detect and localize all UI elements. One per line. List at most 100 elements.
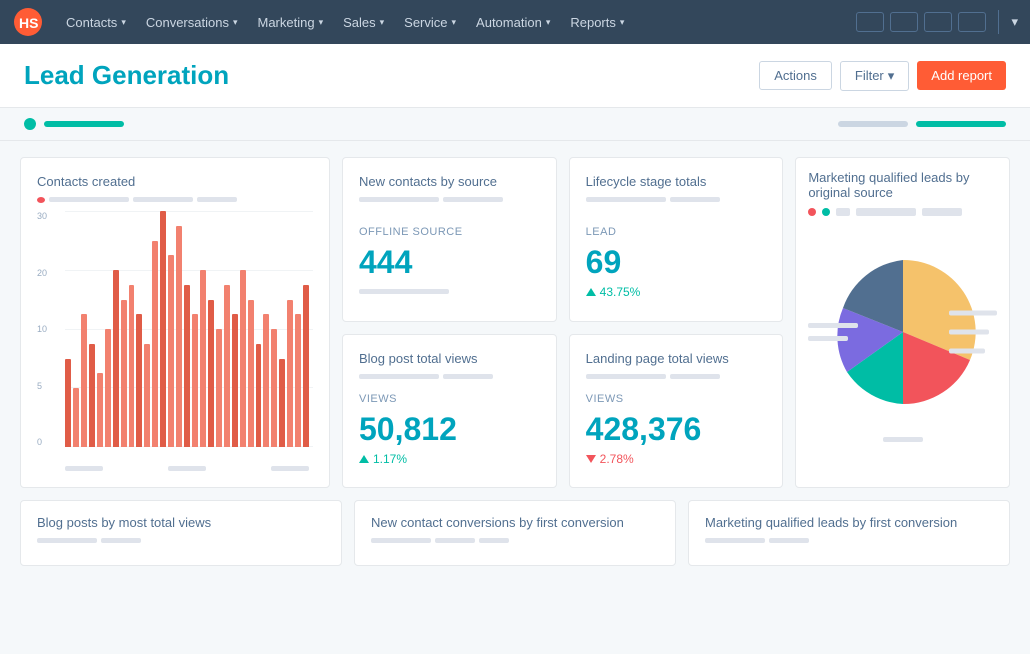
blog-post-title: Blog post total views — [359, 351, 540, 366]
blog-post-change: 1.17% — [359, 452, 540, 466]
contacts-filter-bars — [37, 197, 313, 203]
bottom-card-1-title: Blog posts by most total views — [37, 515, 325, 530]
pie-label-bar-2 — [808, 336, 848, 341]
mql-card: Marketing qualified leads by original so… — [795, 157, 1010, 488]
legend-bar-5 — [922, 208, 962, 216]
hubspot-logo[interactable]: HS — [12, 6, 44, 38]
bar-chart-bar — [136, 314, 142, 447]
bottom-card-2: New contact conversions by first convers… — [354, 500, 676, 566]
bar-chart-bar — [97, 373, 103, 447]
filter-date-pill[interactable] — [838, 121, 908, 127]
chevron-down-icon: ▾ — [121, 17, 126, 28]
pie-right-label-3 — [949, 349, 985, 354]
landing-page-change: 2.78% — [586, 452, 767, 466]
bar-chart-bar — [184, 285, 190, 447]
landing-page-card: Landing page total views VIEWS 428,376 2… — [569, 334, 784, 489]
lifecycle-change: 43.75% — [586, 285, 767, 299]
bar-chart-bar — [89, 344, 95, 447]
lifecycle-bars — [586, 197, 767, 202]
bar-chart-bar — [232, 314, 238, 447]
chevron-down-icon: ▾ — [888, 68, 895, 84]
nav-divider — [998, 10, 999, 34]
contacts-bar-chart — [65, 211, 309, 447]
actions-button[interactable]: Actions — [759, 61, 832, 90]
bar-chart-bar — [224, 285, 230, 447]
pie-right-label-2 — [949, 330, 989, 335]
chevron-down-icon: ▾ — [620, 17, 625, 28]
main-content: Contacts created 30 20 — [0, 141, 1030, 582]
blog-post-subtitle: VIEWS — [359, 393, 540, 405]
nav-icon-2[interactable] — [890, 12, 918, 32]
pie-right-labels — [949, 311, 997, 354]
nav-icon-4[interactable] — [958, 12, 986, 32]
filter-left — [24, 118, 124, 130]
landing-page-value: 428,376 — [586, 411, 767, 448]
add-report-button[interactable]: Add report — [917, 61, 1006, 90]
trend-up-icon — [586, 288, 596, 296]
bar-chart-bar — [65, 359, 71, 448]
bar-chart-bar — [144, 344, 150, 447]
legend-dot-1 — [808, 208, 816, 216]
new-contacts-subtitle: OFFLINE SOURCE — [359, 226, 540, 238]
filter-bar — [0, 108, 1030, 141]
reports-grid: Contacts created 30 20 — [20, 157, 1010, 488]
chevron-down-icon: ▾ — [452, 17, 457, 28]
filter-button[interactable]: Filter ▾ — [840, 61, 909, 91]
nav-marketing[interactable]: Marketing ▾ — [247, 0, 333, 44]
bar-chart-bar — [248, 300, 254, 448]
nav-reports[interactable]: Reports ▾ — [560, 0, 634, 44]
filter-right — [838, 121, 1006, 127]
trend-down-icon — [586, 455, 596, 463]
nav-contacts[interactable]: Contacts ▾ — [56, 0, 136, 44]
pie-right-label-1 — [949, 311, 997, 316]
lifecycle-title: Lifecycle stage totals — [586, 174, 767, 189]
bottom-grid: Blog posts by most total views New conta… — [20, 500, 1010, 566]
bar-chart-bar — [160, 211, 166, 447]
bar-chart-bar — [295, 314, 301, 447]
nav-icon-3[interactable] — [924, 12, 952, 32]
bar-chart-bar — [176, 226, 182, 447]
blog-post-bars — [359, 374, 540, 379]
nav-service[interactable]: Service ▾ — [394, 0, 466, 44]
bar-chart-bar — [279, 359, 285, 448]
new-contacts-title: New contacts by source — [359, 174, 540, 189]
bar-chart-bar — [105, 329, 111, 447]
filter-range-pill[interactable] — [916, 121, 1006, 127]
new-contacts-value: 444 — [359, 244, 540, 281]
nav-more[interactable]: ▾ — [1011, 14, 1018, 30]
bottom-card-3: Marketing qualified leads by first conve… — [688, 500, 1010, 566]
page-header: Lead Generation Actions Filter ▾ Add rep… — [0, 44, 1030, 108]
bar-chart-bar — [208, 300, 214, 448]
header-actions: Actions Filter ▾ Add report — [759, 61, 1006, 91]
chevron-down-icon: ▾ — [319, 17, 324, 28]
pie-left-labels — [808, 323, 858, 341]
landing-page-subtitle: VIEWS — [586, 393, 767, 405]
new-contacts-bars — [359, 197, 540, 202]
nav-sales[interactable]: Sales ▾ — [333, 0, 394, 44]
bar-chart-bar — [121, 300, 127, 448]
landing-page-title: Landing page total views — [586, 351, 767, 366]
contacts-created-card: Contacts created 30 20 — [20, 157, 330, 488]
legend-dot-2 — [822, 208, 830, 216]
nav-conversations[interactable]: Conversations ▾ — [136, 0, 248, 44]
contacts-created-title: Contacts created — [37, 174, 313, 189]
bottom-card-3-title: Marketing qualified leads by first conve… — [705, 515, 993, 530]
bar-chart-bar — [303, 285, 309, 447]
landing-page-bars — [586, 374, 767, 379]
nav-icon-1[interactable] — [856, 12, 884, 32]
legend-bar-3 — [836, 208, 850, 216]
bar-chart-bar — [152, 241, 158, 448]
pie-label-bar-1 — [808, 323, 858, 328]
chevron-down-icon: ▾ — [233, 17, 238, 28]
nav-right-icons: ▾ — [856, 10, 1018, 34]
bar-chart-bar — [113, 270, 119, 447]
chevron-down-icon: ▾ — [546, 17, 551, 28]
bar-chart-bar — [73, 388, 79, 447]
bar-chart-bar — [263, 314, 269, 447]
bar-chart-bar — [129, 285, 135, 447]
page-title: Lead Generation — [24, 60, 229, 91]
nav-automation[interactable]: Automation ▾ — [466, 0, 560, 44]
filter-active-dot — [24, 118, 36, 130]
bar-chart-bar — [81, 314, 87, 447]
filter-active-tag[interactable] — [44, 121, 124, 127]
